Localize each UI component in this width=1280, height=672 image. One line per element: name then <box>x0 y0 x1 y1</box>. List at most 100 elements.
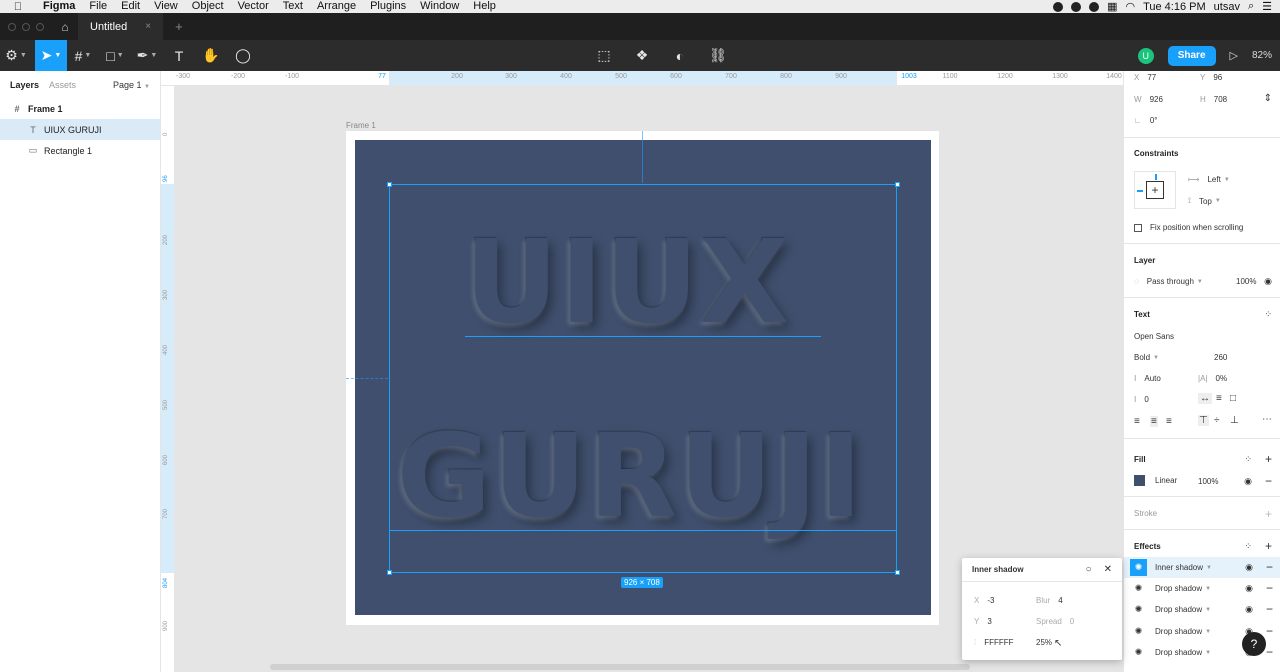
letter-spacing-field[interactable]: |A| 0% <box>1198 374 1227 383</box>
layer-rectangle-1[interactable]: ▭ Rectangle 1 <box>0 140 160 161</box>
hand-tool-button[interactable]: ✋ <box>195 40 227 71</box>
text-tool-button[interactable]: T <box>163 40 195 71</box>
constraint-vertical-select[interactable]: ⟟ Top ▼ <box>1188 196 1221 206</box>
fill-styles-icon[interactable]: ⁘ <box>1244 454 1252 465</box>
tab-assets[interactable]: Assets <box>49 80 76 90</box>
menu-view[interactable]: View <box>147 0 185 13</box>
eye-icon[interactable]: ◉ <box>1245 562 1253 573</box>
fix-position-checkbox[interactable]: Fix position when scrolling <box>1134 223 1243 232</box>
constraint-horizontal-select[interactable]: ⟼ Left ▼ <box>1188 175 1230 184</box>
eye-icon[interactable]: ◉ <box>1264 276 1272 287</box>
remove-effect-icon[interactable]: − <box>1266 560 1273 574</box>
clock[interactable]: Tue 4:16 PM <box>1143 1 1206 13</box>
creative-cloud-icon[interactable] <box>1071 1 1082 12</box>
share-button[interactable]: Share <box>1167 45 1216 66</box>
font-size-field[interactable]: 260 <box>1214 353 1227 362</box>
tab-untitled[interactable]: Untitled × <box>78 13 164 40</box>
fill-swatch[interactable] <box>1134 475 1145 486</box>
crop-button[interactable]: ⬚ <box>588 40 620 71</box>
h-field[interactable]: H 708 <box>1200 95 1227 104</box>
font-family-select[interactable]: Open Sans <box>1134 332 1174 341</box>
layer-opacity[interactable]: 100% <box>1236 277 1256 286</box>
search-icon[interactable]: ⌕ <box>1248 0 1254 13</box>
remove-effect-icon[interactable]: − <box>1266 581 1273 595</box>
resize-handle-tr[interactable] <box>895 182 900 187</box>
resize-handle-bl[interactable] <box>387 570 392 575</box>
circle-icon[interactable]: ○ <box>1086 564 1092 575</box>
selection-box[interactable] <box>389 184 897 573</box>
flag-icon[interactable]: ▦ <box>1107 0 1117 13</box>
zoom-level[interactable]: 82% <box>1252 50 1272 61</box>
add-fill-icon[interactable]: + <box>1265 452 1272 466</box>
home-icon[interactable]: ⌂ <box>52 20 78 34</box>
constraint-top-bar[interactable] <box>1155 174 1157 180</box>
paragraph-spacing-field[interactable]: Ⅰ0 <box>1134 395 1149 404</box>
component-button[interactable]: ❖ <box>626 40 658 71</box>
menu-window[interactable]: Window <box>413 0 466 13</box>
align-bottom-icon[interactable]: ⊥ <box>1230 415 1239 426</box>
shadow-opacity[interactable]: 25% <box>1036 638 1052 647</box>
shadow-spread-field[interactable]: Spread 0 <box>1036 617 1074 626</box>
remove-effect-icon[interactable]: − <box>1266 624 1273 638</box>
ruler-left[interactable]: 0 96 200 300 400 500 600 700 804 900 <box>161 86 175 672</box>
frame-tool-button[interactable]: # ▼ <box>67 40 99 71</box>
add-effect-icon[interactable]: + <box>1265 539 1272 553</box>
align-top-icon[interactable]: ⊤ <box>1198 415 1209 426</box>
menu-edit[interactable]: Edit <box>114 0 147 13</box>
avatar[interactable]: U <box>1137 47 1154 64</box>
text-styles-icon[interactable]: ⁘ <box>1264 309 1272 320</box>
maximize-window-icon[interactable] <box>36 22 44 31</box>
eye-icon[interactable]: ◉ <box>1245 604 1253 615</box>
sun-icon[interactable]: ✺ <box>1130 623 1147 640</box>
minimize-window-icon[interactable] <box>22 22 30 31</box>
record-icon[interactable] <box>1053 1 1064 12</box>
menu-text[interactable]: Text <box>276 0 310 13</box>
resize-handle-br[interactable] <box>895 570 900 575</box>
remove-effect-icon[interactable]: − <box>1266 645 1273 659</box>
blend-mode-select[interactable]: ◌ Pass through ▼ <box>1134 277 1203 286</box>
link-button[interactable]: ⛓ <box>702 40 734 71</box>
sun-icon[interactable]: ✺ <box>1130 559 1147 576</box>
fill-opacity[interactable]: 100% <box>1198 477 1218 486</box>
layer-uiux-guruji[interactable]: T UIUX GURUJI <box>0 119 160 140</box>
remove-effect-icon[interactable]: − <box>1266 602 1273 616</box>
checkbox[interactable] <box>1134 223 1142 232</box>
effect-row-drop-shadow[interactable]: ✺ Drop shadow▼ ◉ − <box>1124 578 1280 599</box>
menu-object[interactable]: Object <box>185 0 231 13</box>
effect-row-drop-shadow[interactable]: ✺ Drop shadow▼ ◉ − <box>1124 599 1280 620</box>
close-window-icon[interactable] <box>8 22 16 31</box>
shape-tool-button[interactable]: □ ▼ <box>99 40 131 71</box>
menu-figma[interactable]: Figma <box>36 0 82 13</box>
constraint-widget[interactable]: + <box>1134 171 1176 209</box>
constraint-left-bar[interactable] <box>1137 190 1143 192</box>
menu-help[interactable]: Help <box>466 0 503 13</box>
add-stroke-icon[interactable]: + <box>1265 507 1272 521</box>
more-options-icon[interactable]: ⋯ <box>1262 414 1272 425</box>
mask-button[interactable]: ◐ <box>664 40 696 71</box>
horizontal-scrollbar[interactable] <box>270 664 970 670</box>
shield-check-icon[interactable] <box>1089 1 1100 12</box>
pen-tool-button[interactable]: ✒ ▼ <box>131 40 163 71</box>
eye-icon[interactable]: ◉ <box>1244 476 1252 487</box>
x-field[interactable]: X 77 <box>1134 73 1156 82</box>
align-middle-icon[interactable]: ÷ <box>1214 415 1220 426</box>
layer-frame-1[interactable]: # Frame 1 <box>0 98 160 119</box>
comment-tool-button[interactable]: ◯ <box>227 40 259 71</box>
w-field[interactable]: W 926 <box>1134 95 1163 104</box>
wifi-icon[interactable]: ◠ <box>1125 0 1135 13</box>
line-height-field[interactable]: Ⅰ Auto <box>1134 374 1161 383</box>
eye-icon[interactable]: ◉ <box>1245 583 1253 594</box>
auto-height-icon[interactable]: ≡ <box>1216 393 1222 404</box>
present-play-icon[interactable]: ▷ <box>1230 49 1238 62</box>
fixed-size-icon[interactable]: □ <box>1230 393 1236 404</box>
menu-plugins[interactable]: Plugins <box>363 0 413 13</box>
main-menu-button[interactable]: ⚙ ▼ <box>0 40 32 71</box>
control-center-icon[interactable]: ☰ <box>1262 0 1272 13</box>
sun-icon[interactable]: ✺ <box>1130 601 1147 618</box>
rotation-field[interactable]: ∟ 0° <box>1134 116 1158 125</box>
frame-label[interactable]: Frame 1 <box>346 121 376 130</box>
color-swatch-icon[interactable]: ⁞ <box>974 638 976 647</box>
user-name[interactable]: utsav <box>1214 1 1240 13</box>
align-center-icon[interactable]: ≡ <box>1150 416 1158 427</box>
effect-row-inner-shadow[interactable]: ✺ Inner shadow ▼ ◉ − <box>1124 557 1280 578</box>
